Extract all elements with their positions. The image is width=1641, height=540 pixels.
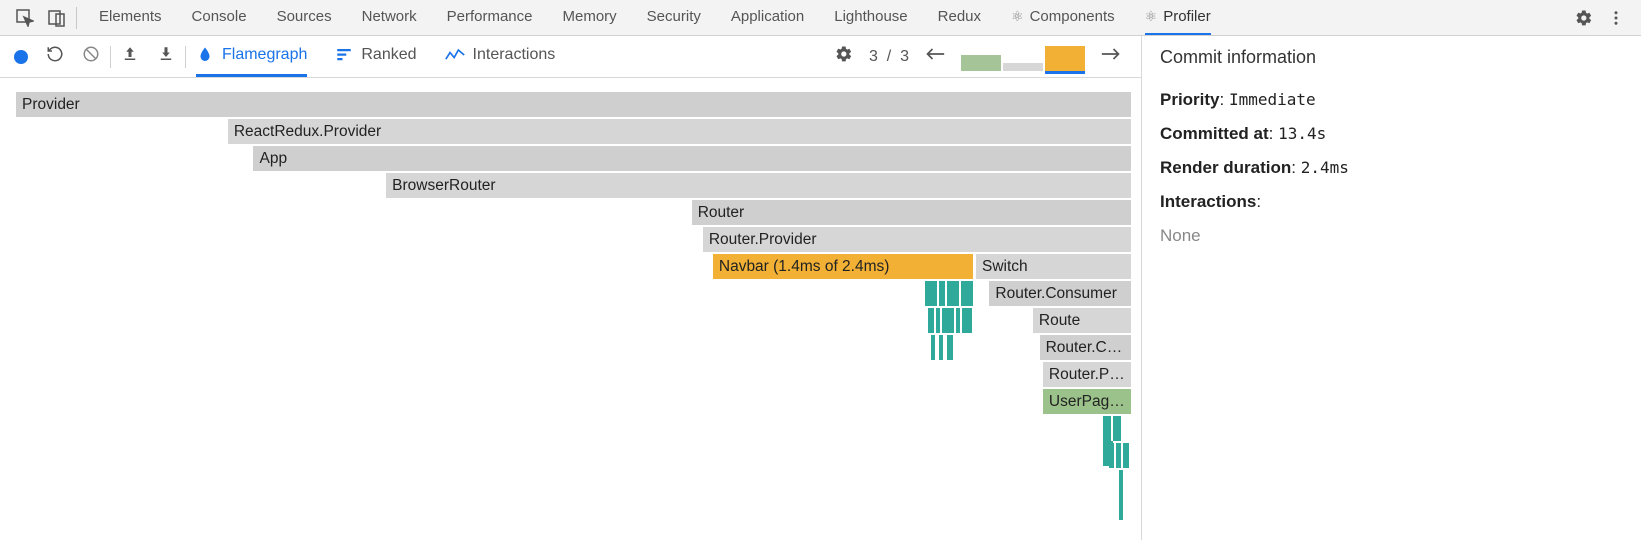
tab-security[interactable]: Security (647, 1, 701, 35)
flamegraph-area: ProviderReactRedux.ProviderAppBrowserRou… (0, 78, 1141, 540)
profiler-main: ProviderReactRedux.ProviderAppBrowserRou… (0, 78, 1641, 540)
tab-sources[interactable]: Sources (277, 1, 332, 35)
devtools-tabs: Elements Console Sources Network Perform… (77, 1, 1565, 35)
download-icon[interactable] (157, 45, 175, 68)
commit-info-heading: Commit information (1141, 36, 1641, 78)
commit-nav: 3 / 3 (835, 40, 1121, 74)
tab-console[interactable]: Console (192, 1, 247, 35)
react-icon: ⚛ (1145, 8, 1158, 25)
view-flamegraph[interactable]: Flamegraph (196, 37, 307, 77)
tab-memory[interactable]: Memory (563, 1, 617, 35)
commit-info-panel: Priority: Immediate Committed at: 13.4s … (1141, 78, 1641, 540)
flame-bar[interactable]: Router.Consumer (989, 281, 1131, 306)
view-interactions[interactable]: Interactions (445, 37, 556, 77)
flame-tiny-group[interactable] (931, 335, 955, 360)
interactions-none: None (1160, 226, 1623, 246)
device-toggle-icon[interactable] (48, 9, 66, 27)
flame-tiny-group[interactable] (1103, 416, 1131, 441)
view-ranked[interactable]: Ranked (335, 37, 416, 77)
flame-bar[interactable]: Navbar (1.4ms of 2.4ms) (713, 254, 973, 279)
prev-commit-icon[interactable] (925, 46, 945, 67)
commit-counter: 3 / 3 (869, 48, 909, 66)
tab-application[interactable]: Application (731, 1, 804, 35)
render-duration-row: Render duration: 2.4ms (1160, 158, 1623, 178)
flame-bar[interactable]: ReactRedux.Provider (228, 119, 1131, 144)
tab-components[interactable]: ⚛Components (1011, 1, 1115, 35)
ranked-icon (335, 46, 353, 64)
reload-icon[interactable] (46, 45, 64, 68)
flame-bar[interactable]: App (253, 146, 1131, 171)
tab-network[interactable]: Network (362, 1, 417, 35)
profiler-settings-icon[interactable] (835, 45, 853, 68)
record-button[interactable] (14, 50, 28, 64)
flame-icon (196, 46, 214, 64)
flame-tiny-group[interactable] (1109, 443, 1131, 468)
flame-bar[interactable]: Router (692, 200, 1131, 225)
commit-mini-chart[interactable] (961, 40, 1085, 74)
view-ranked-label: Ranked (361, 46, 416, 64)
tab-elements[interactable]: Elements (99, 1, 162, 35)
upload-icon[interactable] (121, 45, 139, 68)
divider (185, 46, 186, 68)
tab-profiler[interactable]: ⚛Profiler (1145, 1, 1211, 35)
committed-at-row: Committed at: 13.4s (1160, 124, 1623, 144)
clear-icon[interactable] (82, 45, 100, 68)
flame-bar[interactable]: Route (1033, 308, 1131, 333)
tab-performance[interactable]: Performance (447, 1, 533, 35)
flame-bar[interactable]: Router.Provider (703, 227, 1131, 252)
flame-tiny-group[interactable] (1119, 470, 1131, 495)
tab-lighthouse[interactable]: Lighthouse (834, 1, 907, 35)
devtools-left-icons (6, 9, 76, 27)
devtools-tabstrip: Elements Console Sources Network Perform… (0, 0, 1641, 36)
devtools-right-icons (1565, 9, 1635, 27)
tab-redux[interactable]: Redux (938, 1, 981, 35)
react-icon: ⚛ (1011, 8, 1024, 25)
flame-tiny-group[interactable] (925, 281, 975, 306)
settings-icon[interactable] (1575, 9, 1593, 27)
commit-info-heading-text: Commit information (1160, 47, 1316, 68)
view-interactions-label: Interactions (473, 46, 556, 64)
flame-bar[interactable]: Provider (16, 92, 1131, 117)
flame-bar[interactable]: Router.Co… (1040, 335, 1131, 360)
inspect-icon[interactable] (16, 9, 34, 27)
flame-bar[interactable]: Router.Pr… (1043, 362, 1131, 387)
kebab-menu-icon[interactable] (1607, 9, 1625, 27)
flame-bar[interactable]: UserPag… (1043, 389, 1131, 414)
flame-bar[interactable]: BrowserRouter (386, 173, 1131, 198)
flame-tiny-group[interactable] (928, 308, 974, 333)
priority-row: Priority: Immediate (1160, 90, 1623, 110)
divider (110, 46, 111, 68)
interactions-icon (445, 46, 465, 64)
flame-bar[interactable]: Switch (976, 254, 1131, 279)
flamegraph[interactable]: ProviderReactRedux.ProviderAppBrowserRou… (16, 92, 1131, 496)
view-flamegraph-label: Flamegraph (222, 46, 307, 64)
next-commit-icon[interactable] (1101, 46, 1121, 67)
interactions-row: Interactions: (1160, 192, 1623, 212)
